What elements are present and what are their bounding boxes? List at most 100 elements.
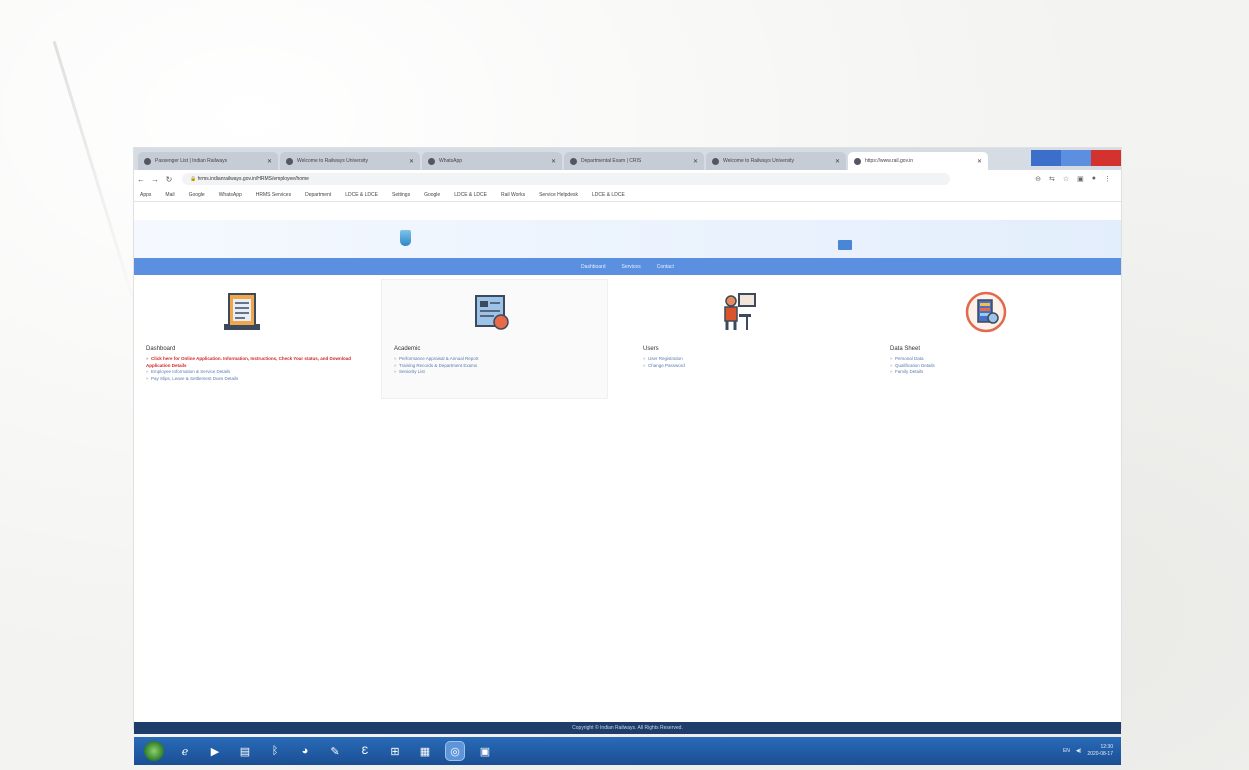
presenter-icon <box>724 293 756 330</box>
toolbar-icons: ⊖ ⇆ ☆ ▣ ● ⋮ <box>1035 175 1111 183</box>
bookmark-item[interactable]: Google <box>189 192 205 198</box>
tray-clock[interactable]: 12:30 2020-08-17 <box>1087 744 1113 758</box>
browser-tab[interactable]: WhatsApp ✕ <box>422 152 562 170</box>
close-tab-icon[interactable]: ✕ <box>693 158 698 165</box>
document-list-icon <box>224 293 260 330</box>
close-tab-icon[interactable]: ✕ <box>977 158 982 165</box>
bookmark-item[interactable]: Google <box>424 192 440 198</box>
card-dashboard: Dashboard » Click here for Online Applica… <box>134 280 359 398</box>
bookmark-item[interactable]: Department <box>305 192 331 198</box>
card-title: Data Sheet <box>890 346 921 352</box>
profile-icon[interactable]: ● <box>1092 175 1096 183</box>
browser-toolbar: ← → ↻ 🔒 hrms.indianrailways.gov.in/HRMS/… <box>134 170 1121 188</box>
card-link[interactable]: » Click here for Online Application. Info… <box>146 356 361 369</box>
card-link-list: » Performance Appraisal & Annual Report »… <box>394 356 609 376</box>
card-title: Dashboard <box>146 346 176 352</box>
tray-time: 12:30 <box>1100 744 1113 750</box>
nav-item-contact[interactable]: Contact <box>657 264 674 270</box>
menu-icon[interactable]: ⋮ <box>1104 175 1111 183</box>
translate-icon[interactable]: ⇆ <box>1049 175 1055 183</box>
word-icon[interactable]: Ɛ <box>356 742 374 760</box>
network-icon[interactable]: ⊞ <box>386 742 404 760</box>
back-arrow-icon[interactable]: ← <box>134 175 148 184</box>
bookmark-item[interactable]: Settings <box>392 192 410 198</box>
bookmark-item[interactable]: LDCE & LDCE <box>345 192 378 198</box>
page-header <box>134 220 1121 258</box>
tab-favicon-icon <box>286 157 293 165</box>
firefox-icon[interactable]: ◕ <box>296 742 314 760</box>
bookmark-item[interactable]: LDCE & LDCE <box>454 192 487 198</box>
card-title: Academic <box>394 346 421 352</box>
browser-window: Passenger List | Indian Railways ✕ Welcom… <box>134 148 1121 734</box>
close-tab-icon[interactable]: ✕ <box>267 158 272 165</box>
tab-favicon-icon <box>428 157 435 165</box>
bookmark-item[interactable]: Apps <box>140 192 151 198</box>
close-tab-icon[interactable]: ✕ <box>835 158 840 165</box>
tab-favicon-icon <box>144 157 151 165</box>
card-link[interactable]: » Pay Slips, Leave & Settlement Dues Deta… <box>146 376 361 383</box>
nav-item-dashboard[interactable]: Dashboard <box>581 264 605 270</box>
card-title: Users <box>643 346 659 352</box>
screen-app-icon[interactable]: ▣ <box>476 742 494 760</box>
reload-icon[interactable]: ↻ <box>162 175 176 184</box>
main-navbar: Dashboard Services Contact <box>134 258 1121 275</box>
bookmark-item[interactable]: Rail Works <box>501 192 525 198</box>
site-logo[interactable] <box>400 230 411 246</box>
browser-tab-active[interactable]: https://www.rail.gov.in ✕ <box>848 152 988 170</box>
bookmark-item[interactable]: WhatsApp <box>219 192 242 198</box>
paint-icon[interactable]: ✎ <box>326 742 344 760</box>
tray-language[interactable]: EN <box>1063 748 1070 754</box>
card-users: Users » User Registration » Change Passwor… <box>631 280 856 398</box>
start-button[interactable] <box>144 741 164 761</box>
text-editor-icon[interactable]: ▦ <box>416 742 434 760</box>
maximize-button[interactable] <box>1061 150 1091 166</box>
card-link-list: » Personal Data » Qualification Details » F… <box>890 356 1105 376</box>
bookmark-item[interactable]: Service Helpdesk <box>539 192 578 198</box>
close-tab-icon[interactable]: ✕ <box>409 158 414 165</box>
tray-date: 2020-08-17 <box>1087 751 1113 757</box>
address-bar[interactable]: 🔒 hrms.indianrailways.gov.in/HRMS/employ… <box>182 173 950 185</box>
browser-tab[interactable]: Welcome to Railways University ✕ <box>280 152 420 170</box>
report-chart-icon <box>475 295 509 330</box>
window-controls <box>1031 148 1121 170</box>
browser-tab[interactable]: Passenger List | Indian Railways ✕ <box>138 152 278 170</box>
card-link[interactable]: » Seniority List <box>394 369 609 376</box>
close-tab-icon[interactable]: ✕ <box>551 158 556 165</box>
chrome-icon[interactable]: ◎ <box>446 742 464 760</box>
extensions-icon[interactable]: ▣ <box>1077 175 1084 183</box>
browser-tab[interactable]: Welcome to Railways University ✕ <box>706 152 846 170</box>
tab-label: Passenger List | Indian Railways <box>155 158 228 164</box>
tab-label: Welcome to Railways University <box>723 158 795 164</box>
tab-label: WhatsApp <box>439 158 463 164</box>
dashboard-cards: Dashboard » Click here for Online Applica… <box>134 280 1121 400</box>
forward-arrow-icon[interactable]: → <box>148 175 162 184</box>
tab-label: Departmental Exam | CRIS <box>581 158 642 164</box>
bookmarks-bar: Apps Mail Google WhatsApp HRMS Services … <box>134 188 1121 202</box>
bookmark-item[interactable]: HRMS Services <box>256 192 291 198</box>
tab-favicon-icon <box>854 157 861 165</box>
lock-icon: 🔒 <box>190 176 198 182</box>
internet-explorer-icon[interactable]: ℯ <box>176 742 194 760</box>
close-window-button[interactable] <box>1091 150 1121 166</box>
footer-copyright: Copyright © Indian Railways. All Rights … <box>572 725 683 731</box>
mail-icon[interactable] <box>838 240 852 250</box>
browser-tab[interactable]: Departmental Exam | CRIS ✕ <box>564 152 704 170</box>
minimize-button[interactable] <box>1031 150 1061 166</box>
star-icon[interactable]: ☆ <box>1063 175 1069 183</box>
nav-item-services[interactable]: Services <box>622 264 641 270</box>
tab-favicon-icon <box>712 157 719 165</box>
file-explorer-icon[interactable]: ▤ <box>236 742 254 760</box>
bookmark-item[interactable]: LDCE & LDCE <box>592 192 625 198</box>
tab-favicon-icon <box>570 157 577 165</box>
card-academic: Academic » Performance Appraisal & Annual… <box>382 280 607 398</box>
bookmark-item[interactable]: Mail <box>165 192 174 198</box>
zoom-icon[interactable]: ⊖ <box>1035 175 1041 183</box>
media-player-icon[interactable]: ▶ <box>206 742 224 760</box>
card-link[interactable]: » Family Details <box>890 369 1105 376</box>
system-tray: EN ◀) 12:30 2020-08-17 <box>1063 744 1113 758</box>
card-link-list: » User Registration » Change Password <box>643 356 858 369</box>
volume-icon[interactable]: ◀) <box>1076 748 1082 754</box>
card-link[interactable]: » Change Password <box>643 363 858 370</box>
bluetooth-icon[interactable]: ᛒ <box>266 742 284 760</box>
data-sheet-icon <box>965 291 1007 333</box>
